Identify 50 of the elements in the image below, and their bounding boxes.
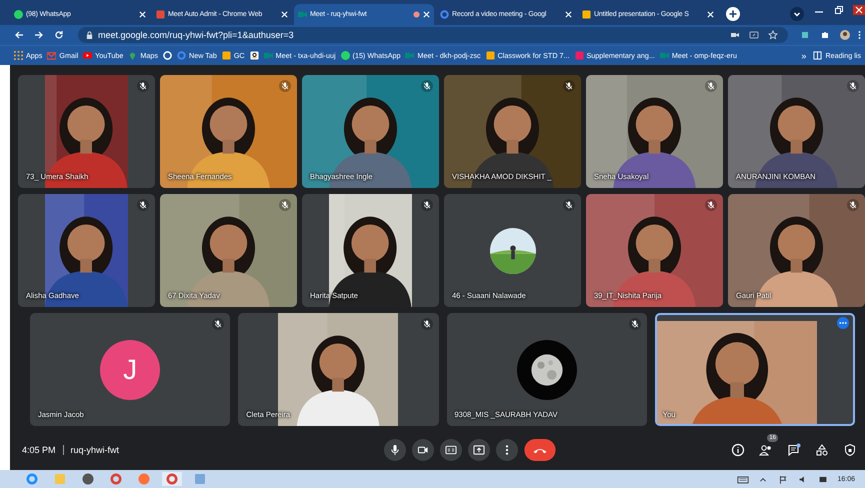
reload-icon[interactable] <box>54 30 64 40</box>
classroom-icon <box>222 51 231 60</box>
forward-icon[interactable] <box>34 30 44 40</box>
close-icon[interactable] <box>281 11 288 18</box>
end-call-button[interactable] <box>524 439 556 461</box>
activities-icon[interactable] <box>815 443 830 457</box>
info-icon[interactable] <box>731 443 746 457</box>
mail-icon <box>47 51 56 60</box>
classroom-icon <box>486 51 495 60</box>
slides-icon <box>582 10 591 19</box>
close-icon[interactable] <box>853 5 865 15</box>
back-icon[interactable] <box>14 30 24 40</box>
meeting-code: ruq-yhwi-fwt <box>70 445 120 455</box>
present-button[interactable] <box>468 439 490 461</box>
avatar-initial: J <box>100 340 160 400</box>
share-icon[interactable] <box>749 30 759 40</box>
close-icon[interactable] <box>139 11 146 18</box>
tab-search-icon[interactable] <box>790 7 804 21</box>
meeting-time: 4:05 PM <box>22 445 56 455</box>
close-icon[interactable] <box>565 11 572 18</box>
restore-icon[interactable] <box>833 5 845 15</box>
more-options-button[interactable] <box>496 439 518 461</box>
extension-icon[interactable] <box>800 30 810 40</box>
reading-list-icon <box>813 51 822 60</box>
more-bookmarks[interactable]: » <box>801 50 806 60</box>
keyboard-icon[interactable] <box>737 474 750 484</box>
camera-icon[interactable] <box>730 30 740 40</box>
camera-button[interactable] <box>412 439 434 461</box>
star-icon[interactable] <box>768 30 778 40</box>
video-icon <box>660 51 669 60</box>
menu-icon[interactable] <box>858 30 861 40</box>
new-tab-icon[interactable] <box>726 7 740 21</box>
map-pin-icon <box>128 51 138 60</box>
host-controls-icon[interactable] <box>843 443 858 457</box>
avatar-icon[interactable] <box>840 30 850 40</box>
lock-icon <box>86 30 93 40</box>
video-icon <box>298 10 307 19</box>
close-icon[interactable] <box>707 11 714 18</box>
captions-button[interactable] <box>440 439 462 461</box>
play-icon <box>83 51 92 60</box>
bookmark-page-icon <box>574 51 584 60</box>
apps-grid-icon <box>14 51 23 60</box>
close-icon[interactable] <box>423 11 430 18</box>
microphone-button[interactable] <box>384 439 406 461</box>
video-icon <box>405 51 414 60</box>
video-icon <box>264 51 273 60</box>
address-bar[interactable]: meet.google.com/ruq-yhwi-fwt?pli=1&authuser=3 <box>78 27 788 43</box>
store-icon <box>156 10 165 19</box>
more-options-button[interactable] <box>837 317 849 329</box>
people-icon[interactable] <box>759 443 774 457</box>
